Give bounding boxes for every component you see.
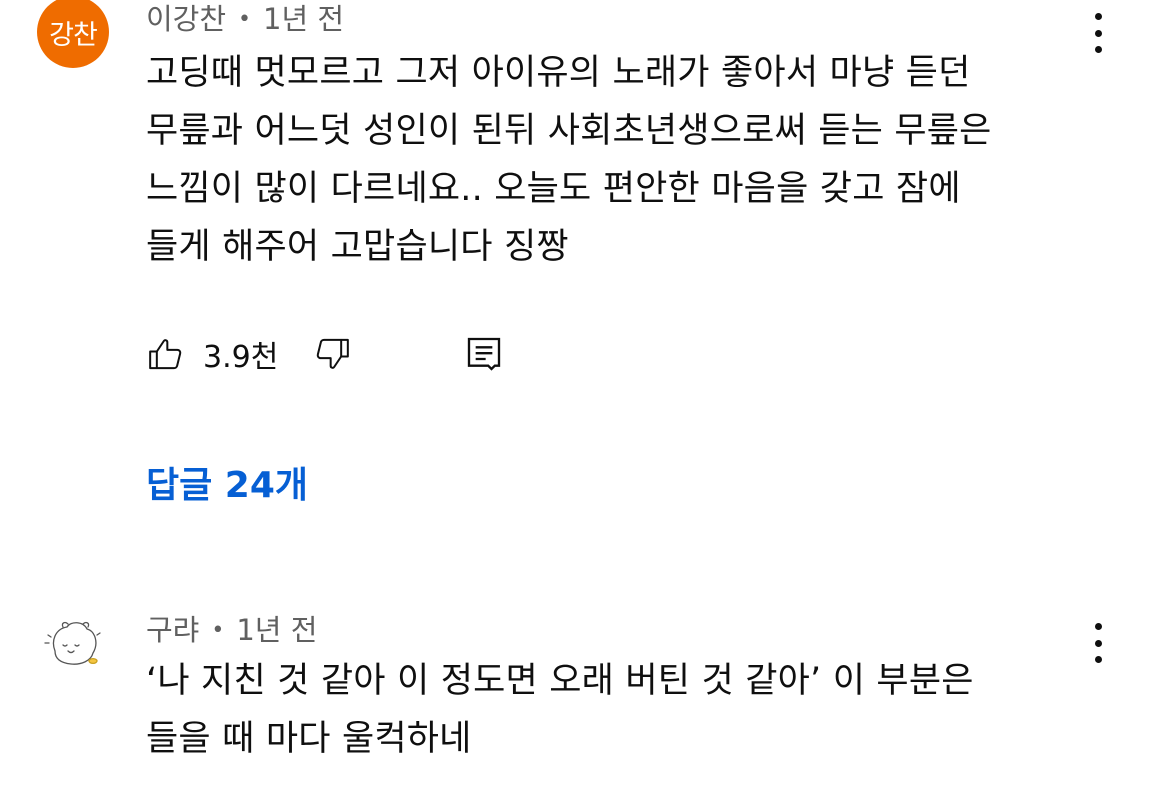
more-dot bbox=[1094, 29, 1102, 37]
meta-separator: • bbox=[211, 618, 225, 643]
more-dot bbox=[1094, 639, 1102, 647]
dislike-button[interactable] bbox=[312, 334, 352, 374]
more-dot bbox=[1094, 13, 1102, 20]
avatar[interactable]: 강찬 bbox=[37, 0, 109, 68]
comment-thread: 강찬 이강찬 • 1년 전 고딩때 멋모르고 그저 아이유의 노래가 좋아서 마냥 … bbox=[0, 0, 1170, 520]
comment-line: 무릎과 어느덧 성인이 된뒤 사회초년생으로써 듣는 무릎은 bbox=[146, 111, 992, 151]
comment-line: ‘나 지친 것 같아 이 정도면 오래 버틴 것 같아’ 이 부분은 bbox=[146, 661, 974, 701]
reply-comment-icon bbox=[468, 337, 501, 371]
avatar-initials: 강찬 bbox=[49, 19, 98, 51]
bear-sticker-icon bbox=[44, 621, 101, 665]
comment-time[interactable]: 1년 전 bbox=[236, 613, 317, 647]
more-dot bbox=[1094, 623, 1102, 630]
comment-text: ‘나 지친 것 같아 이 정도면 오래 버틴 것 같아’ 이 부분은 들을 때 … bbox=[146, 652, 1106, 768]
comment-line: 들게 해주어 고맙습니다 징짱 bbox=[146, 227, 569, 267]
comment-line: 들을 때 마다 울컥하네 bbox=[146, 719, 472, 759]
comment-text: 고딩때 멋모르고 그저 아이유의 노래가 좋아서 마냥 듣던 무릎과 어느덧 성… bbox=[146, 44, 1106, 276]
author-name[interactable]: 구랴 bbox=[146, 613, 199, 647]
avatar[interactable] bbox=[37, 607, 109, 679]
like-count: 3.9천 bbox=[203, 340, 279, 375]
meta-separator: • bbox=[238, 7, 252, 32]
comment-meta: 이강찬 • 1년 전 bbox=[146, 0, 344, 38]
thumbs-up-icon bbox=[149, 339, 182, 370]
reply-button[interactable] bbox=[464, 334, 504, 374]
view-replies-link[interactable]: 답글 24개 bbox=[146, 456, 308, 508]
comment-meta: 구랴 • 1년 전 bbox=[146, 607, 317, 649]
thumbs-down-icon bbox=[317, 338, 350, 369]
comment-actions: 3.9천 bbox=[146, 332, 504, 376]
author-name[interactable]: 이강찬 bbox=[146, 2, 226, 36]
comment-time[interactable]: 1년 전 bbox=[263, 2, 344, 36]
comment-line: 고딩때 멋모르고 그저 아이유의 노래가 좋아서 마냥 듣던 bbox=[146, 53, 971, 93]
comment-line: 느낌이 많이 다르네요.. 오늘도 편안한 마음을 갖고 잠에 bbox=[146, 169, 961, 209]
like-button[interactable]: 3.9천 bbox=[146, 332, 278, 376]
